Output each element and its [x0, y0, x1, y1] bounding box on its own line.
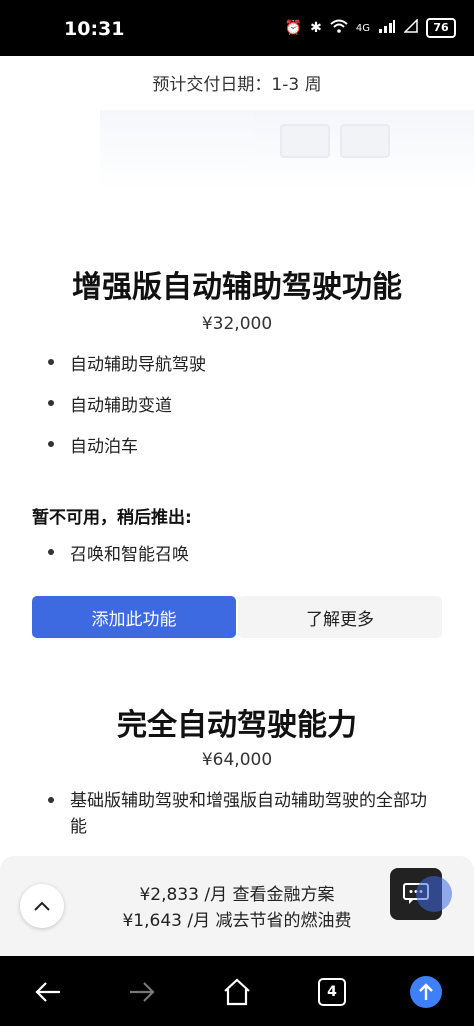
signal-icon	[378, 19, 396, 37]
enhanced-title: 增强版自动辅助驾驶功能	[72, 270, 402, 305]
fsd-price: ¥64,000	[201, 750, 273, 770]
add-feature-button[interactable]: 添加此功能	[32, 596, 236, 638]
fsd-title: 完全自动驾驶能力	[117, 708, 357, 743]
enhanced-feature-list: 自动辅助导航驾驶 自动辅助变道 自动泊车	[46, 350, 206, 457]
learn-more-button[interactable]: 了解更多	[238, 596, 442, 638]
list-item: 自动泊车	[46, 432, 206, 457]
unavailable-heading: 暂不可用，稍后推出:	[32, 508, 192, 528]
forward-button[interactable]	[124, 974, 160, 1010]
unavailable-list: 召唤和智能召唤	[46, 540, 189, 565]
network-type: 4G	[355, 22, 370, 34]
bluetooth-icon: ✱	[310, 20, 322, 36]
delivery-estimate: 预计交付日期：1-3 周	[152, 75, 322, 95]
list-item: 自动辅助导航驾驶	[46, 350, 206, 375]
forward-arrow-icon	[130, 982, 155, 1002]
back-button[interactable]	[30, 974, 66, 1010]
status-time: 10:31	[64, 18, 125, 40]
home-button[interactable]	[219, 974, 255, 1010]
list-item: 召唤和智能召唤	[46, 540, 189, 565]
upload-icon	[410, 976, 442, 1008]
list-item: 基础版辅助驾驶和增强版自动辅助驾驶的全部功能	[46, 788, 436, 840]
car-image	[100, 110, 474, 190]
back-arrow-icon	[35, 982, 60, 1002]
tab-count: 4	[318, 978, 346, 1006]
enhanced-price: ¥32,000	[201, 314, 273, 334]
status-icons: ⏰ ✱ 4G 76	[285, 18, 456, 38]
list-item: 自动辅助变道	[46, 391, 206, 416]
fsd-feature-list: 基础版辅助驾驶和增强版自动辅助驾驶的全部功能	[46, 788, 436, 840]
alarm-icon: ⏰	[284, 20, 303, 36]
browser-nav-bar: 4	[0, 956, 474, 1026]
signal-icon-2	[403, 18, 418, 37]
floating-assistant-icon[interactable]	[416, 876, 452, 912]
wifi-icon	[330, 19, 348, 37]
upload-button[interactable]	[408, 974, 444, 1010]
home-icon	[224, 978, 250, 1006]
battery-icon: 76	[426, 18, 456, 38]
tabs-button[interactable]: 4	[314, 974, 350, 1010]
status-bar: 10:31 ⏰ ✱ 4G 76	[0, 0, 474, 56]
